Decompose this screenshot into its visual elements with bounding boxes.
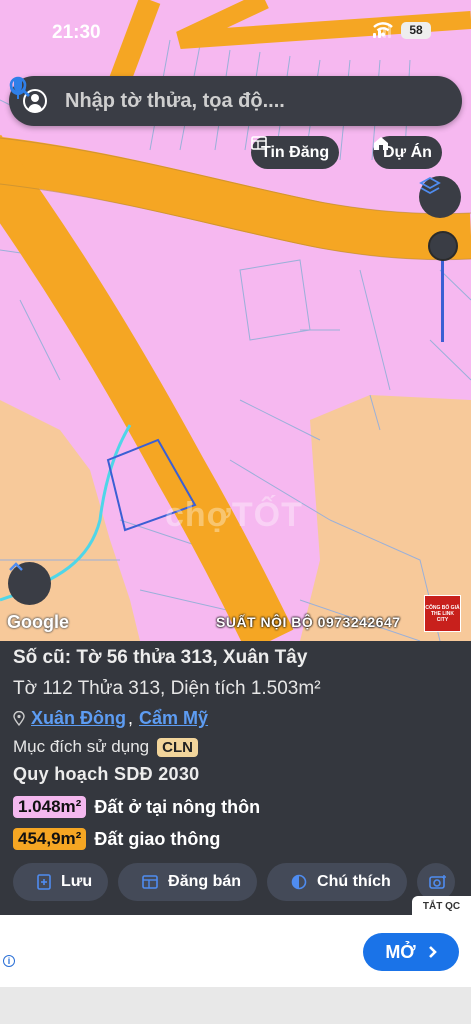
- battery-indicator: 58: [401, 22, 431, 39]
- parcel-info: Tờ 112 Thửa 313, Diện tích 1.503m²: [13, 678, 321, 699]
- layers-button[interactable]: [419, 176, 461, 218]
- chevron-right-icon: [428, 946, 437, 958]
- post-for-sale-button[interactable]: Đăng bán: [118, 863, 258, 901]
- land-purpose-code: CLN: [157, 737, 198, 757]
- planning-area-badge: 1.048m²: [13, 796, 87, 818]
- newspaper-icon: [251, 136, 267, 150]
- contrast-icon: [291, 874, 307, 890]
- du-an-chip[interactable]: Dự Án: [373, 136, 442, 169]
- search-bar[interactable]: [9, 76, 462, 126]
- the-link-city-logo: CÔNG BỐ GIÁ THE LINK CITY: [424, 595, 461, 632]
- chotot-watermark: chợTỐT: [165, 496, 303, 534]
- post-label: Đăng bán: [168, 873, 242, 890]
- location-separator: ,: [128, 708, 134, 728]
- logo-text: CÔNG BỐ GIÁ THE LINK CITY: [425, 604, 460, 623]
- land-purpose: Mục đích sử dụng CLN: [13, 737, 198, 757]
- hotline-text: SUẤT NỘI BỘ 0973242647: [216, 614, 401, 630]
- opacity-slider-knob[interactable]: [428, 231, 458, 261]
- home-icon: [374, 137, 388, 150]
- search-input[interactable]: [65, 89, 376, 113]
- action-buttons: Lưu Đăng bán Chú thích: [13, 863, 455, 901]
- newspaper-icon: [142, 875, 158, 889]
- layers-icon: [419, 176, 441, 195]
- planning-label: Đất ở tại nông thôn: [94, 796, 261, 817]
- legend-label: Chú thích: [317, 873, 391, 890]
- planning-row: 454,9m² Đất giao thông: [13, 828, 220, 850]
- open-ad-button[interactable]: MỞ: [363, 933, 459, 971]
- tin-dang-chip[interactable]: Tin Đăng: [251, 136, 340, 169]
- google-logo: Google: [7, 612, 69, 632]
- status-icons: 58: [373, 22, 431, 39]
- microphone-icon[interactable]: [10, 77, 448, 116]
- bottom-bar: [0, 987, 471, 1024]
- planning-label: Đất giao thông: [94, 828, 221, 849]
- close-ad-button[interactable]: TẮT QC: [412, 896, 471, 916]
- location-link-commune[interactable]: Xuân Đông: [31, 708, 126, 729]
- ad-banner[interactable]: i MỞ: [0, 915, 471, 987]
- planning-area-badge: 454,9m²: [13, 828, 87, 850]
- wifi-icon: [373, 22, 393, 37]
- legend-button[interactable]: Chú thích: [267, 863, 407, 901]
- save-button[interactable]: Lưu: [13, 863, 109, 901]
- old-parcel-info: Số cũ: Tờ 56 thửa 313, Xuân Tây: [13, 647, 308, 668]
- add-document-icon: [37, 874, 51, 890]
- save-label: Lưu: [61, 873, 93, 890]
- tin-dang-label: Tin Đăng: [261, 143, 330, 161]
- du-an-label: Dự Án: [383, 143, 432, 161]
- search-icon[interactable]: [9, 76, 412, 116]
- ad-info-icon[interactable]: i: [3, 955, 15, 967]
- location-link-district[interactable]: Cẩm Mỹ: [139, 708, 208, 729]
- parcel-location: Xuân Đông, Cẩm Mỹ: [13, 708, 208, 729]
- parcel-info-panel: Số cũ: Tờ 56 thửa 313, Xuân Tây Tờ 112 T…: [0, 641, 471, 915]
- location-pin-icon: [13, 711, 25, 726]
- chevron-up-icon: [9, 562, 23, 571]
- expand-up-button[interactable]: [8, 562, 51, 605]
- camera-add-icon: [428, 875, 446, 889]
- status-time: 21:30: [52, 22, 101, 43]
- map-view[interactable]: chợTỐT 21:30 58 Tin Đăng Dự Án: [0, 0, 471, 641]
- planning-row: 1.048m² Đất ở tại nông thôn: [13, 796, 260, 818]
- status-bar: 21:30 58: [0, 0, 471, 66]
- open-ad-label: MỞ: [385, 941, 416, 962]
- land-purpose-label: Mục đích sử dụng: [13, 737, 150, 756]
- planning-title: Quy hoạch SDĐ 2030: [13, 764, 200, 784]
